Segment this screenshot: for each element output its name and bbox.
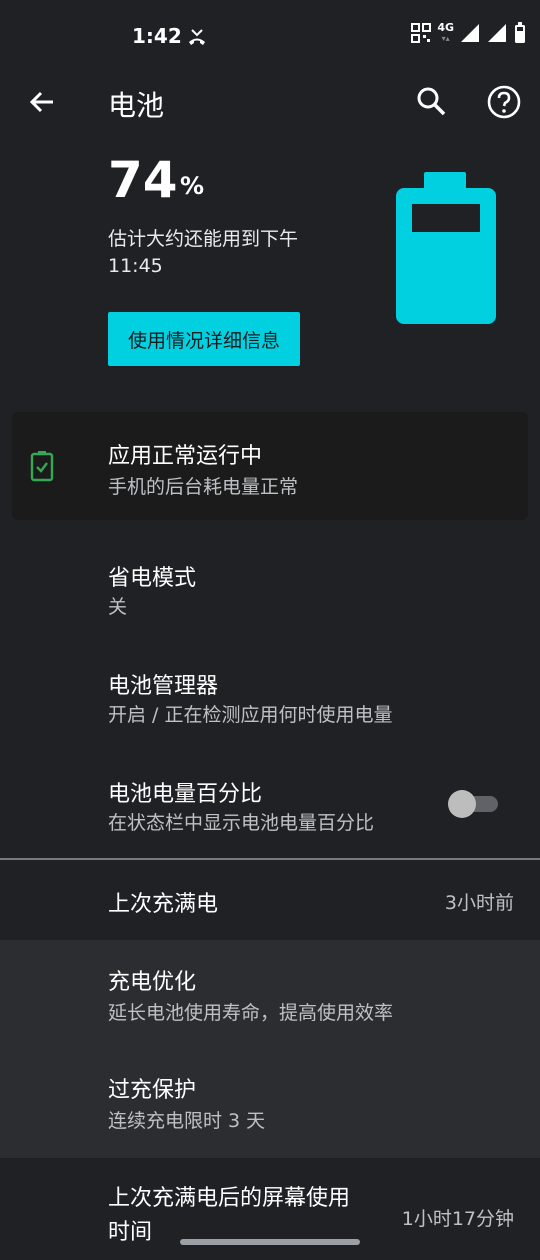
qr-icon (411, 23, 432, 43)
battery-saver-status: 关 (108, 596, 128, 618)
gesture-nav-bar[interactable] (180, 1239, 360, 1245)
status-bar: 1:42 4G ▾▴ (0, 0, 540, 70)
battery-icon (515, 22, 525, 43)
overcharge-protection-title: 过充保护 (108, 1078, 197, 1103)
search-icon[interactable] (414, 84, 448, 118)
app-status-card[interactable]: 应用正常运行中 手机的后台耗电量正常 (12, 412, 528, 520)
help-icon[interactable] (486, 84, 522, 120)
last-full-charge-row: 上次充满电 3小时前 (0, 864, 540, 938)
overcharge-protection-desc: 连续充电限时 3 天 (108, 1110, 266, 1132)
page-title: 电池 (108, 89, 165, 122)
screen-usage-value: 1小时17分钟 (401, 1208, 514, 1230)
battery-percent: 74 (108, 151, 178, 209)
arrow-left-icon[interactable] (26, 86, 58, 118)
toggle-thumb (448, 790, 476, 818)
battery-summary: 74 % 估计大约还能用到下午 11:45 使用情况详细信息 (0, 140, 540, 400)
battery-estimate: 估计大约还能用到下午 11:45 (108, 228, 299, 277)
last-full-charge-value: 3小时前 (444, 892, 514, 914)
battery-percentage-toggle[interactable] (448, 790, 500, 818)
screen-usage-row: 上次充满电后的屏幕使用 时间 1小时17分钟 (0, 1168, 540, 1260)
battery-saver-title: 省电模式 (108, 566, 197, 591)
signal-icon (461, 24, 479, 42)
charging-optimization-desc: 延长电池使用寿命，提高使用效率 (108, 1002, 394, 1024)
network-type: 4G ▾▴ (437, 20, 454, 43)
charging-optimization-item[interactable]: 充电优化 延长电池使用寿命，提高使用效率 (0, 940, 540, 1050)
last-full-charge-label: 上次充满电 (108, 892, 219, 917)
charging-optimization-title: 充电优化 (108, 970, 197, 995)
battery-saver-item[interactable]: 省电模式 关 (0, 540, 540, 640)
status-card-subtitle: 手机的后台耗电量正常 (108, 476, 299, 498)
battery-percentage-title: 电池电量百分比 (108, 782, 263, 807)
battery-check-icon (30, 451, 54, 482)
section-divider (0, 858, 540, 860)
battery-manager-status: 开启 / 正在检测应用何时使用电量 (108, 704, 393, 726)
missed-call-icon (189, 29, 205, 45)
status-card-title: 应用正常运行中 (108, 444, 263, 469)
overcharge-protection-item[interactable]: 过充保护 连续充电限时 3 天 (0, 1050, 540, 1158)
battery-level-icon (396, 172, 496, 324)
battery-manager-item[interactable]: 电池管理器 开启 / 正在检测应用何时使用电量 (0, 650, 540, 750)
battery-percentage-desc: 在状态栏中显示电池电量百分比 (108, 812, 375, 834)
usage-details-button[interactable]: 使用情况详细信息 (108, 312, 300, 366)
status-icons: 4G ▾▴ (411, 22, 526, 44)
battery-percent-unit: % (180, 172, 205, 200)
status-time: 1:42 (132, 24, 182, 48)
app-bar: 电池 (0, 70, 540, 140)
battery-manager-title: 电池管理器 (108, 674, 219, 699)
signal-icon (488, 24, 506, 42)
